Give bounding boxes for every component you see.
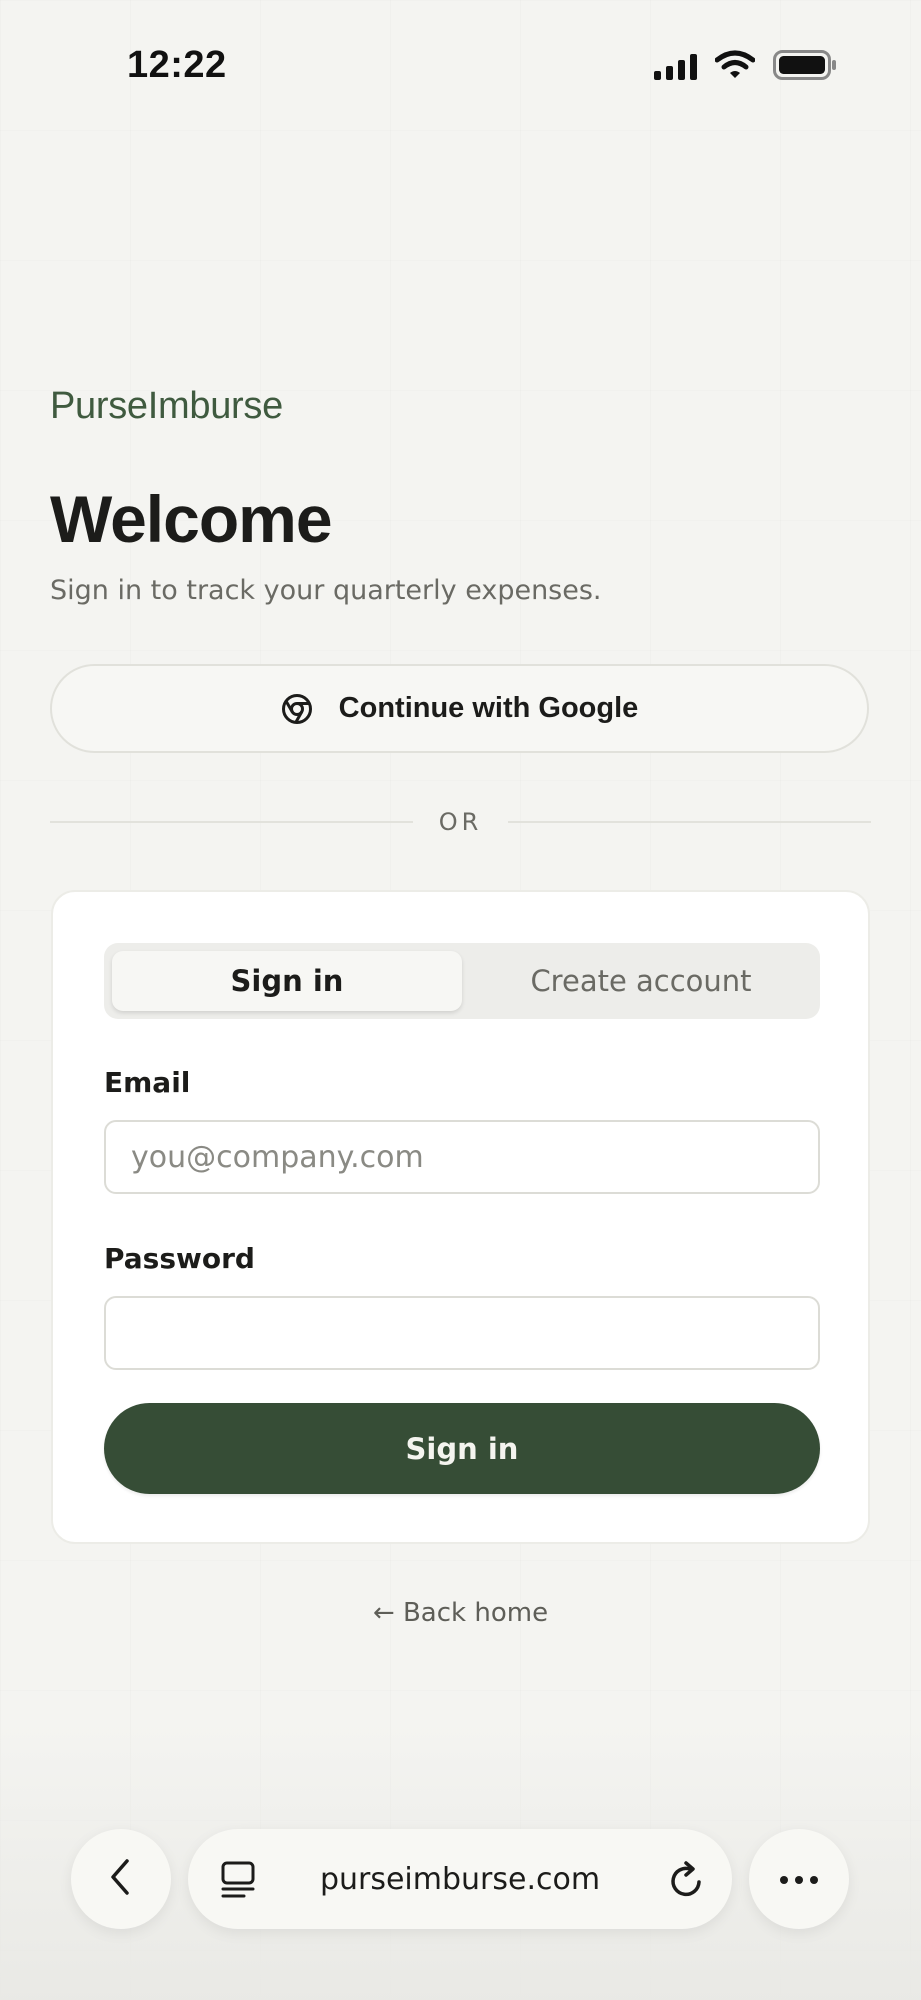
reload-icon[interactable] xyxy=(668,1860,706,1904)
password-label: Password xyxy=(104,1242,255,1275)
battery-icon xyxy=(773,50,837,84)
auth-card: Sign in Create account Email Password Si… xyxy=(51,890,870,1544)
chrome-icon xyxy=(281,693,313,725)
sign-in-button[interactable]: Sign in xyxy=(104,1403,820,1494)
continue-with-google-button[interactable]: Continue with Google xyxy=(50,664,869,753)
browser-more-button[interactable] xyxy=(749,1829,849,1929)
page-title: Welcome xyxy=(50,482,333,556)
page-subtitle: Sign in to track your quarterly expenses… xyxy=(50,575,602,606)
more-icon xyxy=(779,1870,819,1889)
password-field[interactable] xyxy=(104,1296,820,1370)
back-home-link[interactable]: ← Back home xyxy=(0,1598,921,1628)
or-divider: OR xyxy=(50,807,872,837)
browser-back-button[interactable] xyxy=(71,1829,171,1929)
url-text[interactable]: purseimburse.com xyxy=(188,1862,732,1897)
cellular-signal-icon xyxy=(654,54,697,80)
status-time: 12:22 xyxy=(127,44,227,86)
brand-logo: PurseImburse xyxy=(50,385,283,427)
or-label: OR xyxy=(438,808,483,836)
status-bar: 12:22 xyxy=(0,0,921,130)
tab-create-account[interactable]: Create account xyxy=(470,951,812,1011)
back-icon xyxy=(107,1857,135,1901)
divider-line-right xyxy=(508,821,872,823)
tab-sign-in[interactable]: Sign in xyxy=(112,951,462,1011)
wifi-icon xyxy=(714,50,756,84)
google-button-label: Continue with Google xyxy=(338,692,639,724)
divider-line-left xyxy=(50,821,413,823)
auth-tabs: Sign in Create account xyxy=(104,943,820,1019)
address-bar[interactable]: purseimburse.com xyxy=(188,1829,732,1929)
status-icons xyxy=(654,50,837,84)
email-field[interactable] xyxy=(104,1120,820,1194)
email-label: Email xyxy=(104,1066,191,1099)
